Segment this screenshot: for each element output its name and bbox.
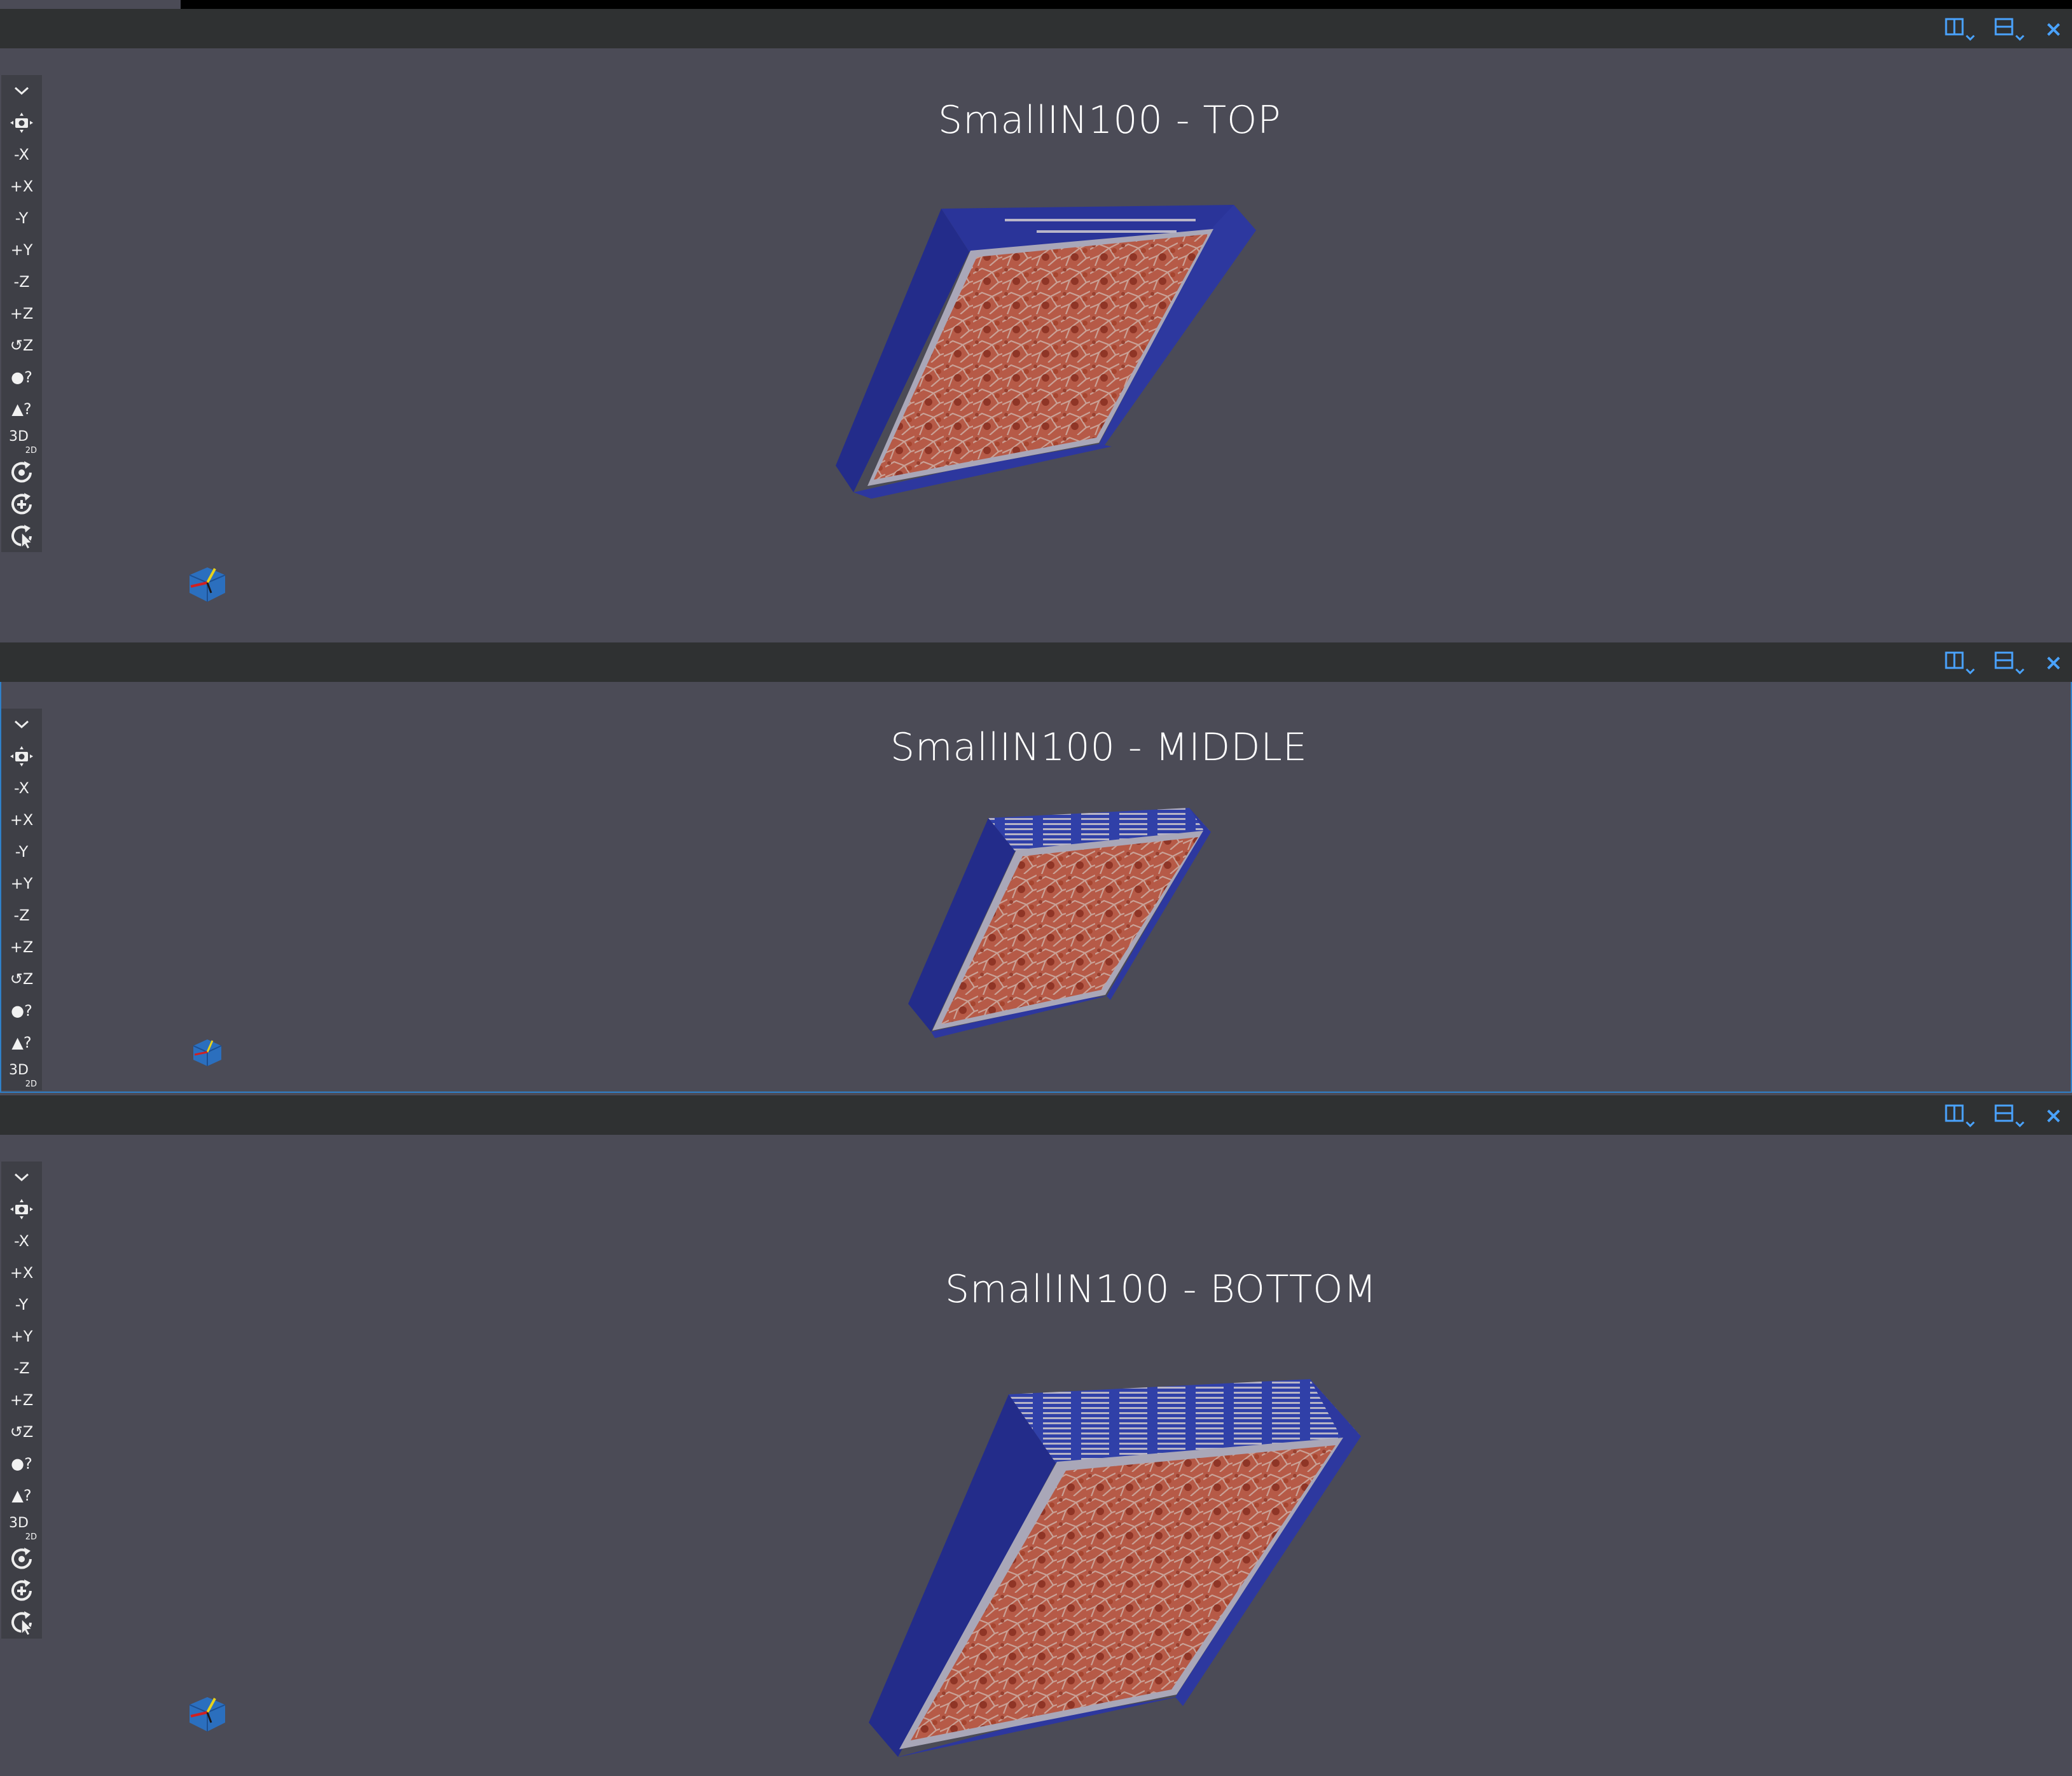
split-horizontal-icon (1945, 651, 1975, 675)
view-plus-z-button[interactable]: +Z (3, 1384, 41, 1416)
split-vertical-button[interactable] (1994, 650, 2029, 676)
camera-reset-icon (10, 113, 33, 133)
rotate-interaction-icon (11, 1548, 32, 1569)
split-horizontal-icon (1945, 18, 1975, 41)
mode-2d-label: 2D (25, 446, 37, 455)
toolbar-collapse-button[interactable] (3, 709, 41, 740)
close-view-button[interactable]: × (2044, 1103, 2063, 1128)
split-vertical-button[interactable] (1994, 17, 2029, 42)
view-minus-y-button[interactable]: -Y (3, 1289, 41, 1321)
view-title: SmallIN100 - BOTTOM (945, 1267, 1378, 1312)
orientation-axes (189, 1697, 226, 1731)
split-horizontal-button[interactable] (1945, 1103, 1979, 1128)
view-minus-y-button[interactable]: -Y (3, 202, 41, 234)
view-header: × (0, 9, 2072, 48)
surface-stripes (1005, 219, 1196, 221)
split-vertical-icon (1994, 651, 2025, 675)
zoom-interaction-icon (11, 493, 32, 515)
view-plus-x-button[interactable]: +X (3, 804, 41, 836)
mode-2d-label: 2D (25, 1079, 37, 1089)
view-plus-z-button[interactable]: +Z (3, 298, 41, 330)
toggle-3d-2d-button[interactable]: 3D 2D (3, 425, 41, 457)
view-plus-x-button[interactable]: +X (3, 170, 41, 202)
view-title: SmallIN100 - TOP (938, 98, 1281, 142)
surface-stripes (1037, 230, 1177, 233)
interaction-zoom-button[interactable] (3, 489, 41, 520)
interaction-rotate-button[interactable] (3, 457, 41, 489)
pick-center-button[interactable]: ●? (3, 361, 41, 393)
camera-reset-icon (10, 1199, 33, 1219)
view-header: × (0, 642, 2072, 682)
interaction-rotate-button[interactable] (3, 1543, 41, 1575)
render-view-top[interactable]: × -X +X -Y +Y -Z +Z ↺Z ●? ▲? 3D 2D SmallI… (0, 9, 2072, 642)
interaction-select-button[interactable] (3, 520, 41, 552)
view-header: × (0, 1095, 2072, 1135)
view-minus-z-button[interactable]: -Z (3, 1352, 41, 1384)
view-minus-x-button[interactable]: -X (3, 139, 41, 170)
toggle-3d-2d-button[interactable]: 3D 2D (3, 1058, 41, 1090)
view-plus-y-button[interactable]: +Y (3, 868, 41, 899)
toolbar-collapse-button[interactable] (3, 75, 41, 107)
view-plus-x-button[interactable]: +X (3, 1257, 41, 1289)
chevron-down-icon (14, 87, 29, 95)
split-horizontal-button[interactable] (1945, 17, 1979, 42)
pointer-interaction-icon (11, 1611, 33, 1636)
rotate-90-button[interactable]: ↺Z (3, 963, 41, 995)
render-view-bottom[interactable]: × -X +X -Y +Y -Z +Z ↺Z ●? ▲? 3D 2D SmallI… (0, 1095, 2072, 1776)
pick-triangle-button[interactable]: ▲? (3, 393, 41, 425)
slab-render (836, 205, 1256, 499)
chevron-down-icon (14, 1173, 29, 1182)
pick-triangle-button[interactable]: ▲? (3, 1480, 41, 1511)
orientation-axes (193, 1039, 222, 1066)
reset-camera-button[interactable] (3, 1193, 41, 1225)
interaction-zoom-button[interactable] (3, 1575, 41, 1607)
camera-toolbar: -X +X -Y +Y -Z +Z ↺Z ●? ▲? 3D 2D (1, 709, 42, 1090)
camera-toolbar: -X +X -Y +Y -Z +Z ↺Z ●? ▲? 3D 2D (1, 75, 42, 552)
split-horizontal-icon (1945, 1104, 1975, 1128)
render-view-middle[interactable]: × -X +X -Y +Y -Z +Z ↺Z ●? ▲? 3D 2D SmallI… (0, 642, 2072, 1093)
split-horizontal-button[interactable] (1945, 650, 1979, 676)
view-plus-y-button[interactable]: +Y (3, 234, 41, 266)
zoom-interaction-icon (11, 1579, 32, 1601)
slab-render (908, 808, 1211, 1038)
rotate-90-button[interactable]: ↺Z (3, 1416, 41, 1448)
rotate-interaction-icon (11, 461, 32, 483)
close-view-button[interactable]: × (2044, 17, 2063, 42)
slab-render (869, 1379, 1361, 1757)
rotate-90-button[interactable]: ↺Z (3, 330, 41, 361)
pick-triangle-button[interactable]: ▲? (3, 1027, 41, 1058)
mode-3d-label: 3D (9, 1062, 29, 1078)
view-minus-x-button[interactable]: -X (3, 772, 41, 804)
view-plus-z-button[interactable]: +Z (3, 931, 41, 963)
split-vertical-icon (1994, 18, 2025, 41)
pick-center-button[interactable]: ●? (3, 995, 41, 1027)
view-title: SmallIN100 - MIDDLE (890, 725, 1308, 770)
pick-center-button[interactable]: ●? (3, 1448, 41, 1480)
view-minus-x-button[interactable]: -X (3, 1225, 41, 1257)
split-vertical-icon (1994, 1104, 2025, 1128)
camera-reset-icon (10, 746, 33, 767)
split-vertical-button[interactable] (1994, 1103, 2029, 1128)
reset-camera-button[interactable] (3, 740, 41, 772)
view-plus-y-button[interactable]: +Y (3, 1321, 41, 1352)
toggle-3d-2d-button[interactable]: 3D 2D (3, 1511, 41, 1543)
camera-toolbar: -X +X -Y +Y -Z +Z ↺Z ●? ▲? 3D 2D (1, 1162, 42, 1639)
orientation-axes (189, 567, 226, 602)
mode-3d-label: 3D (9, 429, 29, 445)
mode-2d-label: 2D (25, 1532, 37, 1542)
mode-3d-label: 3D (9, 1515, 29, 1531)
pointer-interaction-icon (11, 525, 33, 550)
view-minus-z-button[interactable]: -Z (3, 899, 41, 931)
chevron-down-icon (14, 720, 29, 729)
view-minus-z-button[interactable]: -Z (3, 266, 41, 298)
toolbar-collapse-button[interactable] (3, 1162, 41, 1193)
reset-camera-button[interactable] (3, 107, 41, 139)
window-top-bar (181, 0, 2072, 9)
interaction-select-button[interactable] (3, 1607, 41, 1639)
top-strip (0, 0, 2072, 9)
view-minus-y-button[interactable]: -Y (3, 836, 41, 868)
close-view-button[interactable]: × (2044, 650, 2063, 676)
